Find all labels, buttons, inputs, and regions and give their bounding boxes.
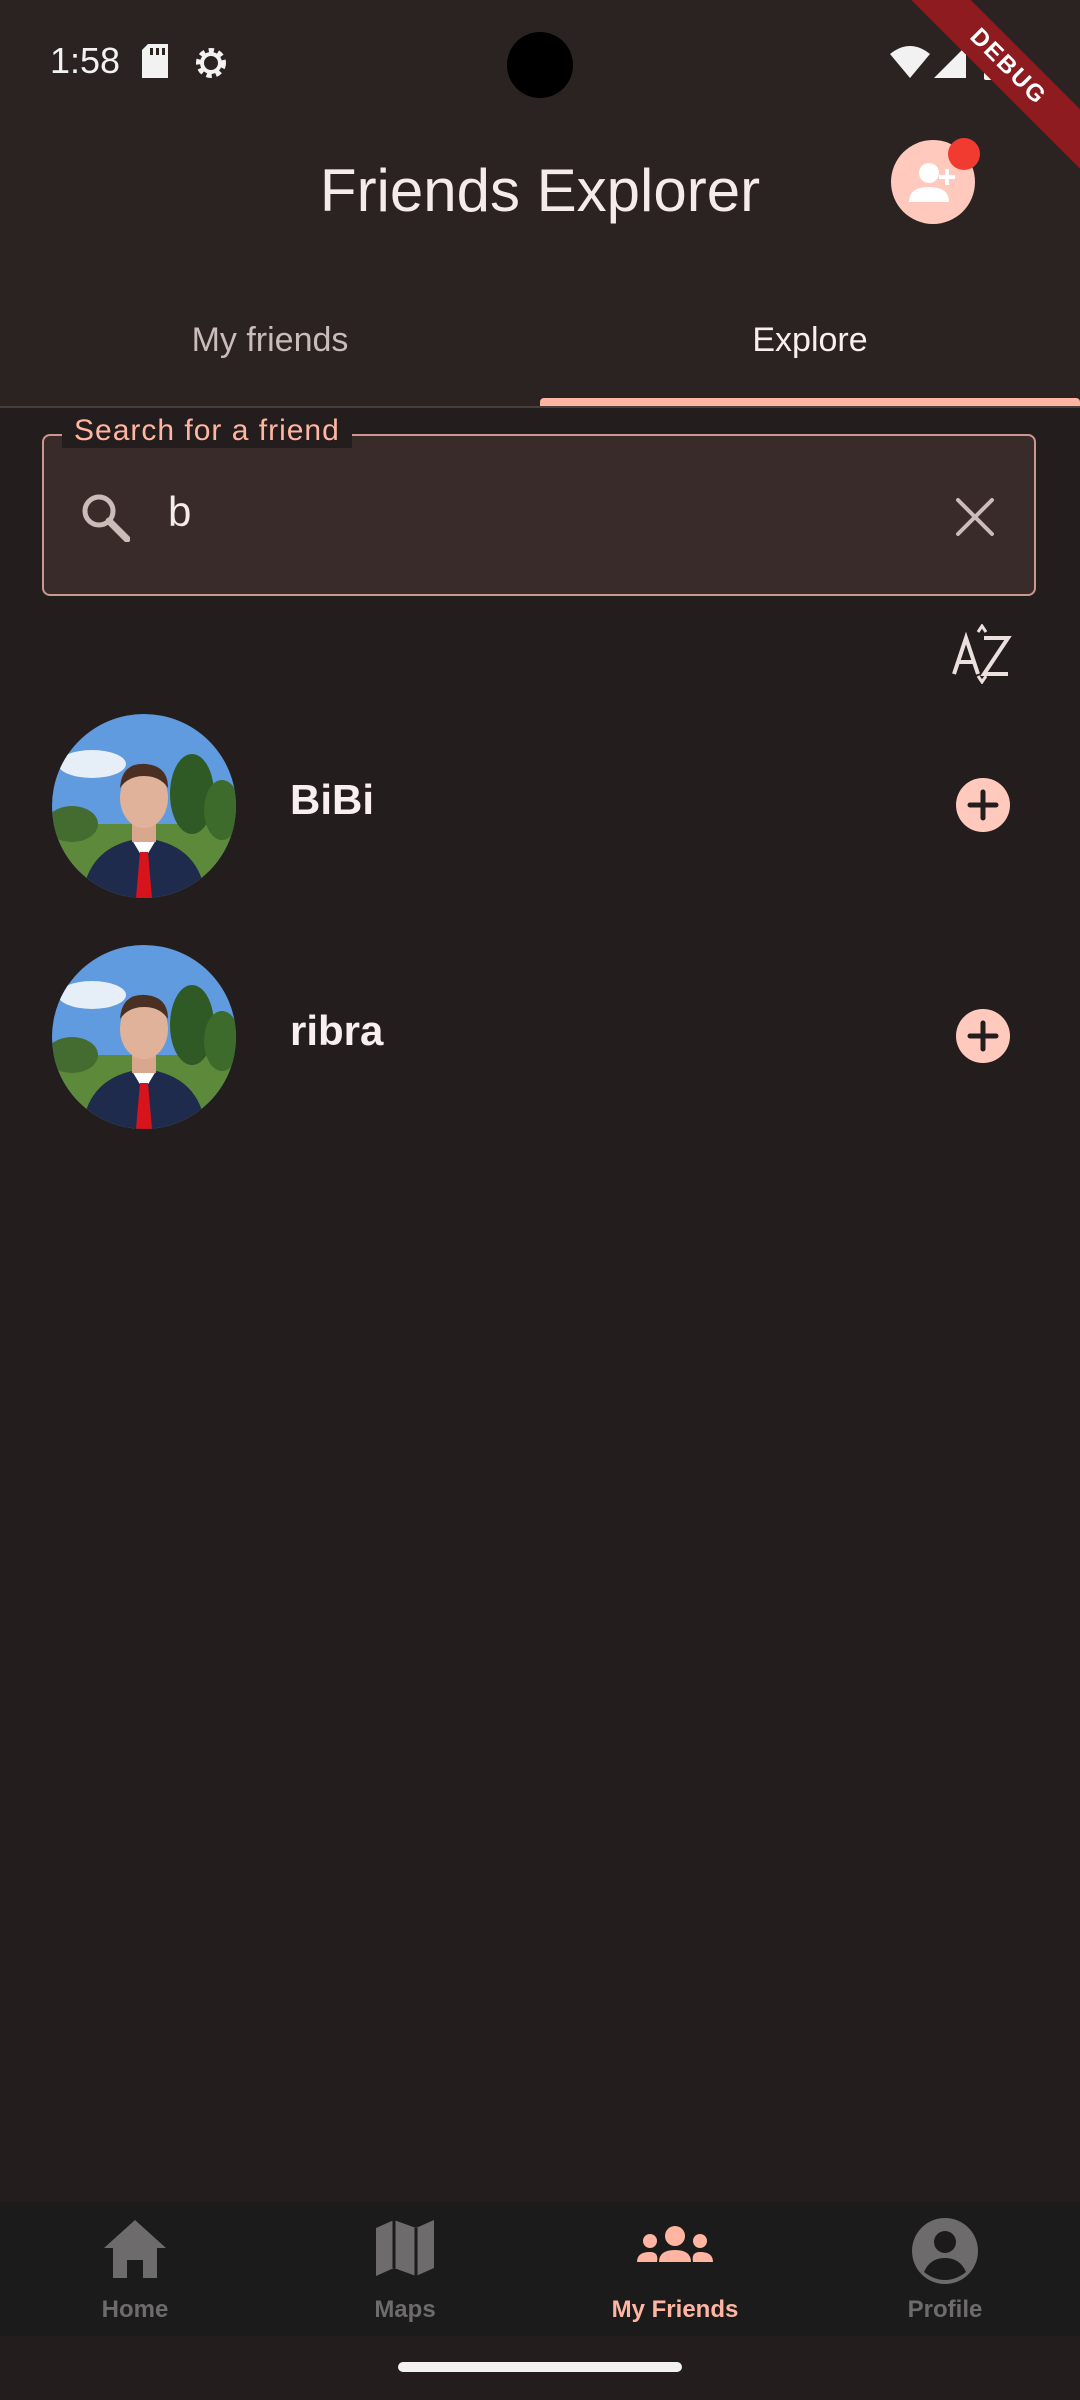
notification-badge — [948, 138, 980, 170]
search-icon — [80, 492, 131, 547]
settings-gear-icon — [192, 44, 230, 87]
nav-home[interactable]: Home — [0, 2202, 270, 2336]
friend-name: BiBi — [290, 776, 374, 823]
status-bar: 1:58 — [0, 0, 1080, 128]
add-circle-icon — [956, 1009, 1010, 1068]
app-bar: Friends Explorer — [0, 128, 1080, 260]
nav-label: Home — [101, 2296, 169, 2323]
nav-label: Maps — [374, 2296, 436, 2323]
list-item[interactable]: ribra — [0, 935, 1080, 1135]
add-circle-icon — [956, 778, 1010, 837]
add-friend-ribra-button[interactable] — [956, 1009, 1010, 1063]
friend-name: ribra — [290, 1007, 384, 1054]
front-camera — [507, 32, 573, 98]
home-icon — [100, 2216, 170, 2285]
nav-maps[interactable]: Maps — [270, 2202, 540, 2336]
account-circle-icon — [910, 2216, 980, 2291]
tab-bar: My friends Explore — [0, 260, 1080, 408]
sort-az-icon — [950, 623, 1014, 689]
sort-button[interactable] — [950, 623, 1014, 685]
add-friend-bibi-button[interactable] — [956, 778, 1010, 832]
cell-signal-icon — [934, 46, 966, 83]
group-icon — [634, 2216, 716, 2285]
map-icon — [370, 2216, 440, 2285]
system-navigation-bar — [0, 2336, 1080, 2400]
wifi-icon — [890, 46, 930, 83]
close-icon[interactable] — [954, 496, 996, 543]
nav-my-friends[interactable]: My Friends — [540, 2202, 810, 2336]
tab-explore[interactable]: Explore — [540, 260, 1080, 406]
search-value[interactable]: b — [168, 488, 191, 536]
search-label: Search for a friend — [62, 414, 352, 448]
nav-label: Profile — [907, 2296, 983, 2323]
avatar — [52, 945, 236, 1129]
home-indicator[interactable] — [398, 2362, 682, 2372]
sd-card-icon — [140, 44, 170, 83]
person-add-icon — [909, 160, 959, 209]
status-time: 1:58 — [50, 40, 121, 81]
avatar — [52, 714, 236, 898]
nav-label: My Friends — [611, 2296, 739, 2323]
nav-profile[interactable]: Profile — [810, 2202, 1080, 2336]
tab-indicator — [540, 398, 1080, 406]
list-item[interactable]: BiBi — [0, 704, 1080, 904]
tab-my-friends[interactable]: My friends — [0, 260, 540, 406]
bottom-navigation: Home Maps My Friends Profile — [0, 2202, 1080, 2336]
